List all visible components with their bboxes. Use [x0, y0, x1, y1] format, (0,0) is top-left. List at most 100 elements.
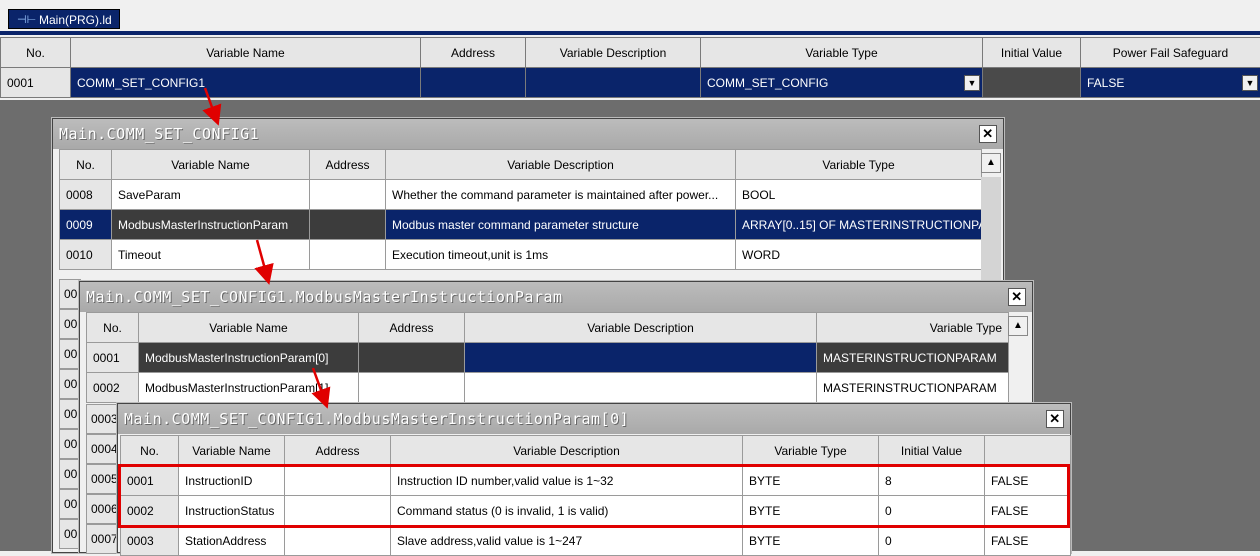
initial-value-cell[interactable]: 0: [879, 526, 985, 556]
table-row[interactable]: 0009 ModbusMasterInstructionParam Modbus…: [60, 210, 982, 240]
row-no: 0003: [121, 526, 179, 556]
variable-type-cell[interactable]: COMM_SET_CONFIG ▼: [701, 68, 983, 98]
address-cell[interactable]: [359, 373, 465, 403]
window-title-text: Main.COMM_SET_CONFIG1: [59, 125, 259, 143]
window-title[interactable]: Main.COMM_SET_CONFIG1.ModbusMasterInstru…: [80, 282, 1032, 312]
col-address[interactable]: Address: [285, 436, 391, 466]
variable-type-cell[interactable]: WORD: [736, 240, 982, 270]
row-no: 00': [59, 429, 81, 459]
description-cell[interactable]: [465, 373, 817, 403]
description-cell[interactable]: [526, 68, 701, 98]
address-cell[interactable]: [310, 210, 386, 240]
variable-type-cell[interactable]: BYTE: [743, 526, 879, 556]
address-cell[interactable]: [285, 526, 391, 556]
struct-variable-table: No. Variable Name Address Variable Descr…: [59, 149, 982, 270]
address-cell[interactable]: [310, 240, 386, 270]
close-icon[interactable]: ✕: [1008, 288, 1026, 306]
window-title[interactable]: Main.COMM_SET_CONFIG1.ModbusMasterInstru…: [118, 404, 1070, 434]
scroll-up-button[interactable]: ▲: [1008, 316, 1028, 336]
chevron-down-icon[interactable]: ▼: [964, 75, 980, 91]
row-no: 0003: [86, 404, 120, 434]
row-no: 0001: [1, 68, 71, 98]
col-variable-description[interactable]: Variable Description: [526, 38, 701, 68]
col-address[interactable]: Address: [421, 38, 526, 68]
variable-name-cell[interactable]: SaveParam: [112, 180, 310, 210]
description-cell[interactable]: Execution timeout,unit is 1ms: [386, 240, 736, 270]
row-no: 00': [59, 519, 81, 549]
variable-type-cell[interactable]: MASTERINSTRUCTIONPARAM: [817, 343, 1009, 373]
window-title[interactable]: Main.COMM_SET_CONFIG1 ✕: [53, 119, 1003, 149]
window-title-text: Main.COMM_SET_CONFIG1.ModbusMasterInstru…: [124, 410, 629, 428]
row-no: 0002: [87, 373, 139, 403]
col-no[interactable]: No.: [1, 38, 71, 68]
col-no[interactable]: No.: [121, 436, 179, 466]
tab-underline: [0, 31, 1260, 35]
variable-type-cell[interactable]: MASTERINSTRUCTIONPARAM: [817, 373, 1009, 403]
description-cell[interactable]: Modbus master command parameter structur…: [386, 210, 736, 240]
variable-type-value: COMM_SET_CONFIG: [707, 76, 828, 90]
address-cell[interactable]: [359, 343, 465, 373]
initial-value-cell[interactable]: [983, 68, 1081, 98]
tab-main-prg[interactable]: ⊣⊢ Main(PRG).ld: [8, 9, 120, 29]
col-address[interactable]: Address: [359, 313, 465, 343]
col-power-fail-safeguard[interactable]: Power Fail Safeguard: [1081, 38, 1260, 68]
col-variable-name[interactable]: Variable Name: [71, 38, 421, 68]
table-row[interactable]: 0001 ModbusMasterInstructionParam[0] MAS…: [87, 343, 1009, 373]
row-no: 0005: [86, 464, 120, 494]
description-cell[interactable]: Slave address,valid value is 1~247: [391, 526, 743, 556]
table-row[interactable]: 0003 StationAddress Slave address,valid …: [121, 526, 1071, 556]
chevron-down-icon[interactable]: ▼: [1242, 75, 1258, 91]
variable-name-cell[interactable]: Timeout: [112, 240, 310, 270]
variable-type-cell[interactable]: BOOL: [736, 180, 982, 210]
address-cell[interactable]: [310, 180, 386, 210]
variable-name-cell[interactable]: StationAddress: [179, 526, 285, 556]
tab-label: Main(PRG).ld: [39, 13, 112, 27]
table-row[interactable]: 0010 Timeout Execution timeout,unit is 1…: [60, 240, 982, 270]
col-variable-type[interactable]: Variable Type: [743, 436, 879, 466]
table-row[interactable]: 0001 COMM_SET_CONFIG1 COMM_SET_CONFIG ▼ …: [1, 68, 1260, 98]
address-cell[interactable]: [421, 68, 526, 98]
row-no: 00': [59, 279, 81, 309]
row-no: 00': [59, 309, 81, 339]
row-no: 0006: [86, 494, 120, 524]
safeguard-cell[interactable]: FALSE ▼: [1081, 68, 1260, 98]
description-cell[interactable]: Whether the command parameter is maintai…: [386, 180, 736, 210]
col-variable-name[interactable]: Variable Name: [179, 436, 285, 466]
close-icon[interactable]: ✕: [979, 125, 997, 143]
variable-name-cell[interactable]: COMM_SET_CONFIG1: [71, 68, 421, 98]
scroll-up-button[interactable]: ▲: [981, 153, 1001, 173]
row-no: 00': [59, 459, 81, 489]
col-variable-description[interactable]: Variable Description: [386, 150, 736, 180]
col-power-fail-safeguard[interactable]: [985, 436, 1071, 466]
row-no: 0004: [86, 434, 120, 464]
row-no: 0010: [60, 240, 112, 270]
variable-name-cell[interactable]: ModbusMasterInstructionParam[1]: [139, 373, 359, 403]
safeguard-cell[interactable]: FALSE: [985, 526, 1071, 556]
close-icon[interactable]: ✕: [1046, 410, 1064, 428]
col-variable-type[interactable]: Variable Type: [736, 150, 982, 180]
row-no: 00': [59, 399, 81, 429]
window-title-text: Main.COMM_SET_CONFIG1.ModbusMasterInstru…: [86, 288, 563, 306]
col-variable-name[interactable]: Variable Name: [139, 313, 359, 343]
col-variable-type[interactable]: Variable Type: [817, 313, 1009, 343]
variable-name-cell[interactable]: ModbusMasterInstructionParam: [112, 210, 310, 240]
col-no[interactable]: No.: [87, 313, 139, 343]
row-no: 00': [59, 339, 81, 369]
col-address[interactable]: Address: [310, 150, 386, 180]
col-variable-description[interactable]: Variable Description: [465, 313, 817, 343]
col-initial-value[interactable]: Initial Value: [983, 38, 1081, 68]
col-variable-name[interactable]: Variable Name: [112, 150, 310, 180]
col-initial-value[interactable]: Initial Value: [879, 436, 985, 466]
table-row[interactable]: 0002 ModbusMasterInstructionParam[1] MAS…: [87, 373, 1009, 403]
highlight-box: [118, 464, 1070, 528]
row-no: 00': [59, 369, 81, 399]
ladder-icon: ⊣⊢: [17, 10, 36, 30]
row-no: 0001: [87, 343, 139, 373]
col-no[interactable]: No.: [60, 150, 112, 180]
col-variable-type[interactable]: Variable Type: [701, 38, 983, 68]
description-cell[interactable]: [465, 343, 817, 373]
variable-type-cell[interactable]: ARRAY[0..15] OF MASTERINSTRUCTIONPA: [736, 210, 982, 240]
variable-name-cell[interactable]: ModbusMasterInstructionParam[0]: [139, 343, 359, 373]
table-row[interactable]: 0008 SaveParam Whether the command param…: [60, 180, 982, 210]
col-variable-description[interactable]: Variable Description: [391, 436, 743, 466]
